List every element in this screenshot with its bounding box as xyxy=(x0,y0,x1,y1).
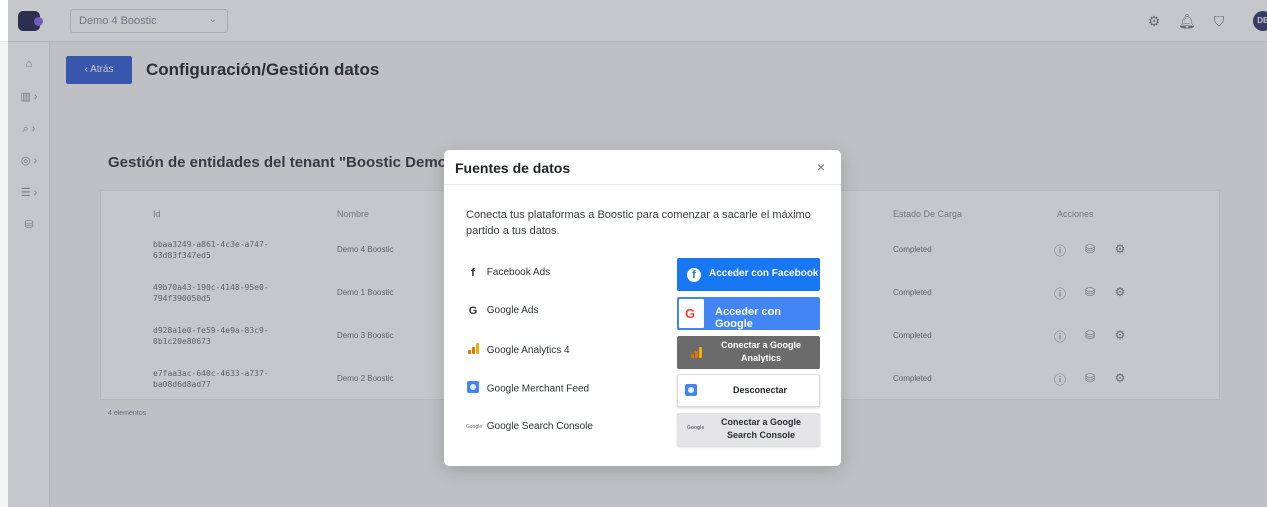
source-label: Google Ads xyxy=(486,305,539,316)
merchant-feed-icon xyxy=(685,384,697,399)
google-icon: G xyxy=(679,299,704,328)
source-merchant-feed: Google Merchant Feed xyxy=(466,381,589,395)
source-label: Google Merchant Feed xyxy=(486,383,590,395)
source-label: Facebook Ads xyxy=(486,267,551,278)
button-label: Acceder con Facebook xyxy=(709,268,819,279)
source-facebook-ads: f Facebook Ads xyxy=(466,266,550,280)
google-analytics-icon xyxy=(466,343,480,359)
source-google-ads: G Google Ads xyxy=(466,304,539,318)
source-label: Google Analytics 4 xyxy=(486,345,570,356)
button-label: Conectar a Google Search Console xyxy=(720,417,801,440)
modal-intro: Conecta tus plataformas a Boostic para c… xyxy=(466,209,811,237)
source-label: Google Search Console xyxy=(486,421,593,432)
disconnect-merchant-button[interactable]: Desconectar xyxy=(677,374,820,407)
button-label: Acceder con Google xyxy=(715,306,782,330)
close-icon[interactable]: × xyxy=(817,159,825,175)
button-label: Conectar a Google Analytics xyxy=(720,340,801,363)
facebook-icon: f xyxy=(687,268,701,282)
source-search-console: Google Google Search Console xyxy=(466,420,593,434)
google-analytics-icon xyxy=(691,347,702,361)
search-console-icon: Google xyxy=(466,424,483,430)
source-google-analytics: Google Analytics 4 xyxy=(466,343,570,357)
button-label: Desconectar xyxy=(732,385,788,395)
merchant-feed-icon xyxy=(466,381,480,398)
search-console-icon: Google xyxy=(687,425,705,431)
connect-search-console-button[interactable]: Google Conectar a Google Search Console xyxy=(677,413,820,446)
google-icon: G xyxy=(468,305,478,317)
facebook-login-button[interactable]: f Acceder con Facebook xyxy=(677,258,820,291)
data-sources-modal: Fuentes de datos × Conecta tus plataform… xyxy=(444,150,841,466)
modal-title: Fuentes de datos xyxy=(455,160,571,176)
connect-analytics-button[interactable]: Conectar a Google Analytics xyxy=(677,336,820,369)
modal-header: Fuentes de datos × xyxy=(444,150,841,185)
google-login-button[interactable]: G Acceder con Google xyxy=(677,297,820,330)
facebook-icon: f xyxy=(471,267,475,279)
